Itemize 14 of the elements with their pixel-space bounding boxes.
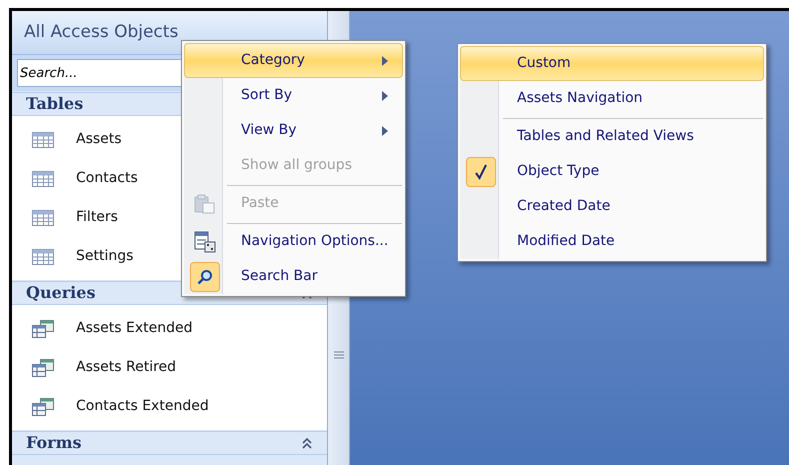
nav-item[interactable]: Assets Extended <box>12 309 327 348</box>
nav-item[interactable]: Contacts Extended <box>12 387 327 426</box>
menu-item[interactable]: Navigation Options... <box>184 221 404 259</box>
menu-item[interactable]: Custom <box>460 46 764 81</box>
menu-item[interactable]: Object Type <box>460 154 764 189</box>
menu-item[interactable]: Assets Navigation <box>460 81 764 116</box>
pane-title: All Access Objects <box>24 20 178 44</box>
menu-item[interactable]: View By <box>184 113 404 148</box>
menu-item[interactable]: Tables and Related Views <box>460 116 764 154</box>
menu-item[interactable]: Modified Date <box>460 224 764 259</box>
menu-item[interactable]: Created Date <box>460 189 764 224</box>
menu-item[interactable]: Category <box>184 43 404 78</box>
group-header[interactable]: Forms <box>12 431 327 455</box>
nav-item[interactable]: Assets Retired <box>12 348 327 387</box>
